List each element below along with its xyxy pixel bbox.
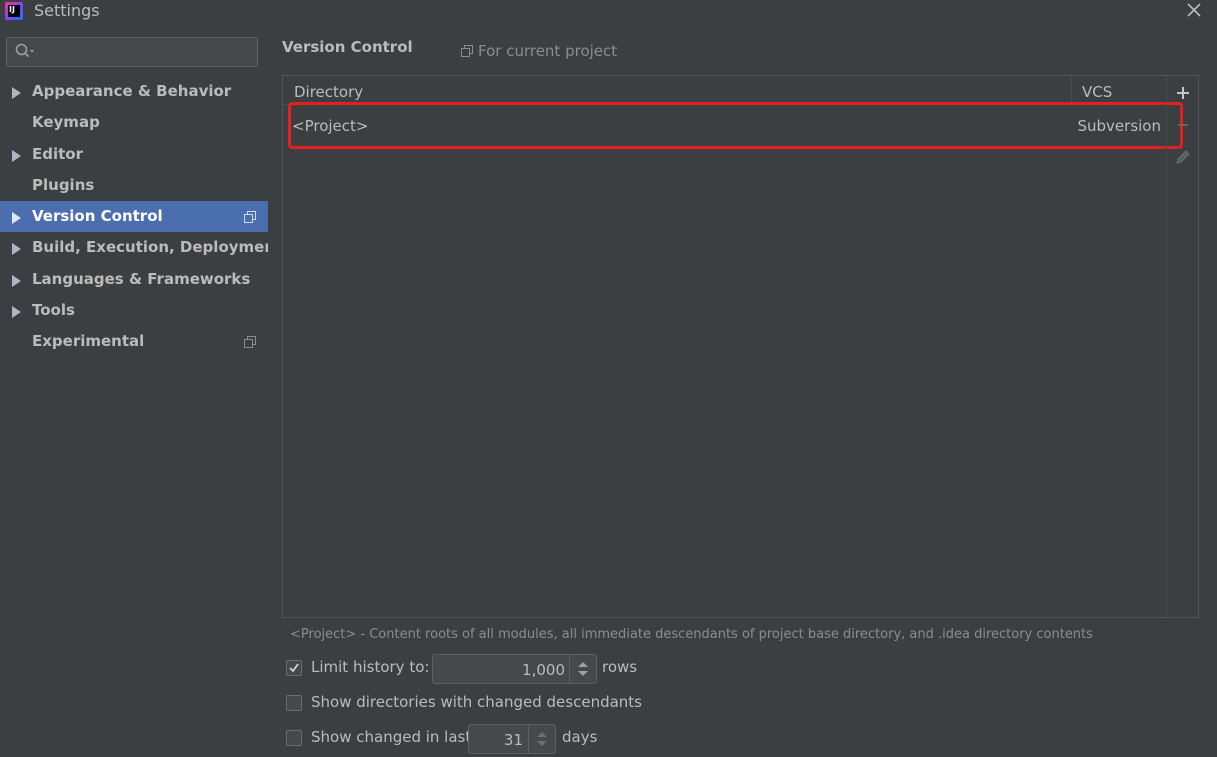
settings-sidebar: Appearance & Behavior Keymap Editor Plug… — [0, 28, 282, 749]
window-title: Settings — [34, 1, 100, 20]
sidebar-item-label: Plugins — [32, 175, 95, 194]
spinner-arrows[interactable] — [569, 655, 596, 683]
sidebar-item-label: Appearance & Behavior — [32, 82, 232, 100]
show-changed-checkbox[interactable] — [286, 730, 302, 746]
edit-icon[interactable] — [1174, 148, 1192, 166]
limit-history-label: Limit history to: — [311, 658, 430, 676]
sidebar-item-label: Build, Execution, Deployment — [32, 238, 283, 257]
show-changed-spinner[interactable] — [468, 724, 556, 754]
sidebar-item-experimental[interactable]: Experimental — [0, 326, 268, 357]
spinner-up-down-icon[interactable] — [570, 655, 596, 683]
show-directories-option: Show directories with changed descendant… — [286, 692, 686, 716]
expand-arrow-icon[interactable] — [12, 243, 21, 256]
expand-arrow-icon[interactable] — [12, 274, 21, 287]
sidebar-item-label: Version Control — [32, 207, 163, 226]
table-toolbar — [1166, 76, 1199, 617]
show-changed-suffix: days — [562, 728, 598, 746]
expand-arrow-icon[interactable] — [12, 306, 21, 319]
sidebar-item-label: Editor — [32, 144, 83, 163]
intellij-idea-icon: IJ — [5, 2, 23, 20]
sidebar-item-editor[interactable]: Editor — [0, 139, 268, 170]
column-divider[interactable] — [1071, 76, 1072, 104]
limit-history-spinner[interactable] — [432, 654, 597, 684]
show-changed-input[interactable] — [473, 728, 525, 752]
expand-arrow-icon[interactable] — [12, 87, 21, 99]
settings-content: Version Control For current project Dire… — [268, 24, 1217, 754]
app-icon-text: IJ — [9, 5, 15, 14]
column-header-directory[interactable]: Directory — [294, 83, 363, 101]
sidebar-item-keymap[interactable]: Keymap — [0, 107, 268, 138]
limit-history-suffix: rows — [602, 658, 638, 676]
expand-arrow-icon[interactable] — [12, 212, 21, 225]
sidebar-item-label: Languages & Frameworks — [32, 269, 251, 288]
page-title: Version Control — [282, 38, 413, 56]
vcs-mappings-table: Directory VCS <Project> Subversion — [282, 75, 1199, 618]
sidebar-item-label: Keymap — [32, 113, 100, 132]
project-scope-icon — [461, 45, 473, 57]
close-icon[interactable] — [1185, 1, 1203, 19]
sidebar-item-build-execution-deployment[interactable]: Build, Execution, Deployment — [0, 232, 282, 263]
sidebar-item-label: Tools — [32, 301, 75, 320]
project-scope-icon — [244, 336, 256, 349]
limit-history-checkbox[interactable] — [286, 660, 302, 676]
sidebar-item-appearance-behavior[interactable]: Appearance & Behavior — [0, 76, 268, 107]
search-icon — [15, 43, 34, 58]
scope-indicator: For current project — [461, 42, 617, 60]
show-changed-option: Show changed in last days — [286, 724, 686, 754]
column-header-vcs[interactable]: VCS — [1082, 83, 1112, 101]
table-row[interactable]: <Project> Subversion — [283, 106, 1166, 146]
show-directories-label: Show directories with changed descendant… — [311, 693, 642, 711]
project-scope-icon — [244, 211, 256, 224]
sidebar-item-languages-frameworks[interactable]: Languages & Frameworks — [0, 264, 268, 295]
limit-history-option: Limit history to: rows — [286, 654, 686, 684]
row-vcs: Subversion — [1077, 117, 1162, 135]
row-directory: <Project> — [292, 117, 369, 135]
remove-icon[interactable] — [1174, 116, 1192, 134]
show-changed-label: Show changed in last — [311, 728, 472, 746]
search-input[interactable] — [37, 41, 251, 63]
sidebar-item-tools[interactable]: Tools — [0, 295, 268, 326]
limit-history-input[interactable] — [437, 658, 567, 682]
checkmark-icon — [289, 663, 299, 673]
expand-arrow-icon[interactable] — [12, 149, 21, 162]
sidebar-item-plugins[interactable]: Plugins — [0, 170, 268, 201]
project-hint: <Project> - Content roots of all modules… — [290, 627, 1093, 642]
table-header: Directory VCS — [283, 76, 1166, 105]
sidebar-item-label: Experimental — [32, 332, 145, 351]
add-icon[interactable] — [1174, 84, 1192, 102]
sidebar-item-version-control[interactable]: Version Control — [0, 201, 268, 233]
settings-search[interactable] — [6, 37, 258, 67]
settings-nav: Appearance & Behavior Keymap Editor Plug… — [0, 76, 282, 358]
scope-label: For current project — [478, 42, 618, 60]
title-bar: IJ Settings — [0, 0, 1217, 24]
show-directories-checkbox[interactable] — [286, 695, 302, 711]
